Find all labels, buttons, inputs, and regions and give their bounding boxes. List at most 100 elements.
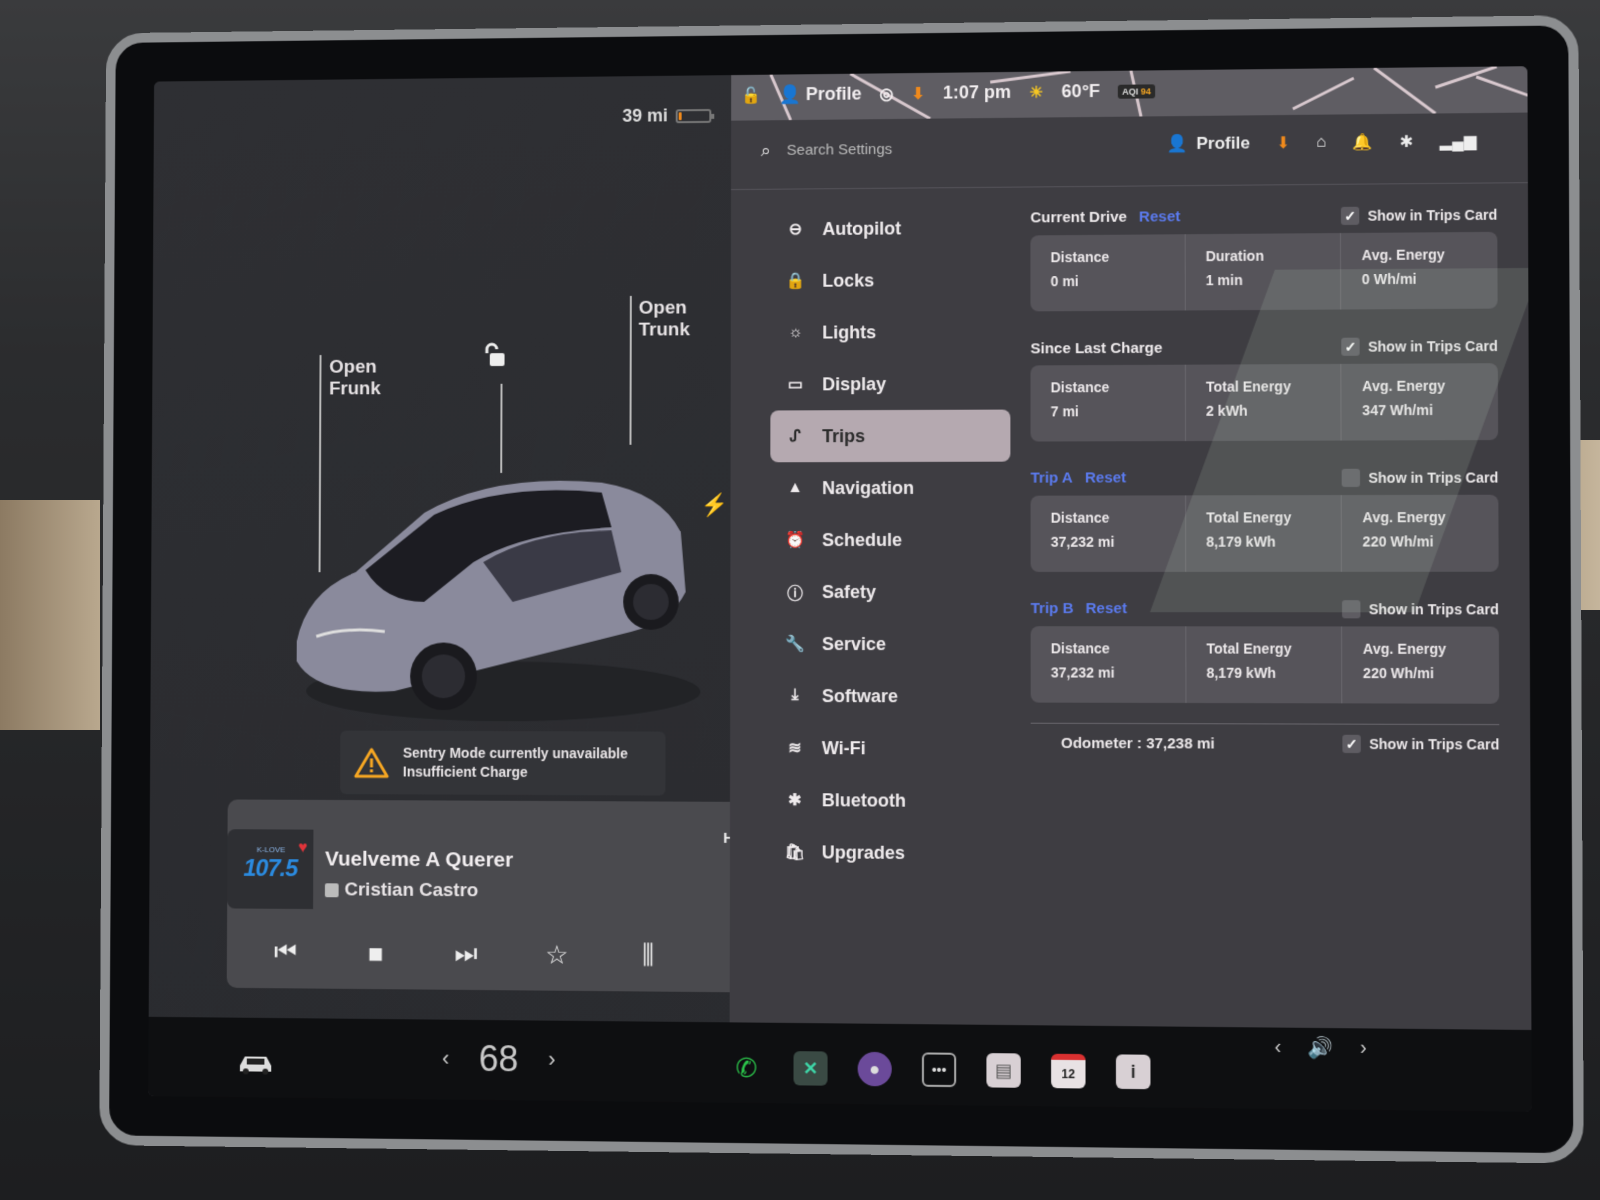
- nav-item-display[interactable]: ▭ Display: [770, 358, 1010, 411]
- previous-track-button[interactable]: ⏮: [266, 936, 305, 968]
- sentry-status-icon: ◎: [879, 85, 894, 103]
- stat-cell: Total Energy 2 kWh: [1185, 363, 1342, 442]
- warning-icon: [354, 746, 389, 778]
- nav-item-bluetooth[interactable]: ✱ Bluetooth: [770, 774, 1011, 827]
- nav-item-navigation[interactable]: ▲ Navigation: [770, 462, 1010, 515]
- station-logo[interactable]: K-LOVE ♥ 107.5: [227, 829, 314, 910]
- divider: [1030, 722, 1500, 726]
- current-drive-stats: Distance 0 mi Duration 1 min Avg. Energy 0 …: [1030, 231, 1498, 312]
- open-trunk-label-1: Open: [638, 297, 687, 319]
- odometer-show-in-card[interactable]: ✓ Show in Trips Card: [1342, 734, 1500, 754]
- nav-item-wifi[interactable]: ≋ Wi-Fi: [770, 722, 1011, 775]
- bottom-bar: ‹ 68 › ✆ ✕ ● ••• ▤ 12 i ‹ 🔊 ›: [148, 1016, 1532, 1112]
- trip-b-title: Trip B: [1030, 600, 1074, 618]
- station-frequency: 107.5: [243, 855, 298, 883]
- bluetooth-icon: ✱: [788, 792, 802, 810]
- download-icon[interactable]: ⬇: [912, 83, 925, 103]
- dashboard-trim-left: [0, 500, 100, 730]
- temp-decrease-button[interactable]: ‹: [442, 1046, 449, 1072]
- calendar-icon[interactable]: 12: [1051, 1053, 1086, 1089]
- open-frunk-label-2: Frunk: [329, 378, 381, 400]
- header-icons: 👤 Profile ⬇ ⌂ 🔔 ✱ ▂▄▆: [1167, 131, 1477, 154]
- station-brand: K-LOVE: [256, 845, 286, 855]
- nav-item-service[interactable]: 🔧 Service: [770, 618, 1010, 670]
- nav-item-safety[interactable]: ⓘ Safety: [770, 566, 1010, 618]
- stat-cell: Distance 0 mi: [1030, 234, 1186, 312]
- speaker-icon[interactable]: 🔊: [1308, 1035, 1334, 1061]
- map-background: 🔓 👤 Profile ◎ ⬇ 1:07 pm ☀ 60°F AQI 94: [731, 66, 1528, 121]
- nav-item-trips[interactable]: ᔑ Trips: [770, 409, 1011, 463]
- more-apps-icon[interactable]: •••: [921, 1052, 957, 1088]
- navigation-arrow-icon: ▲: [787, 479, 804, 497]
- stat-cell: Avg. Energy 347 Wh/mi: [1362, 377, 1446, 419]
- status-bar: 🔓 👤 Profile ◎ ⬇ 1:07 pm ☀ 60°F AQI 94: [741, 80, 1156, 106]
- shopping-bag-icon: 🛍: [784, 844, 805, 862]
- open-trunk-button[interactable]: Open Trunk: [639, 298, 690, 342]
- checkbox[interactable]: ✓: [1342, 734, 1362, 754]
- checkbox[interactable]: [1342, 600, 1361, 619]
- app-x-icon[interactable]: ✕: [793, 1051, 828, 1086]
- open-frunk-label-1: Open: [329, 356, 377, 378]
- current-drive-header: Current Drive Reset ✓ Show in Trips Card: [1030, 198, 1497, 236]
- settings-search[interactable]: ⌕ Search Settings: [761, 139, 892, 161]
- since-last-charge-show-in-card[interactable]: ✓ Show in Trips Card: [1341, 337, 1498, 356]
- bluetooth-icon[interactable]: ✱: [1399, 132, 1413, 152]
- checkbox[interactable]: [1341, 468, 1361, 487]
- trips-content: Current Drive Reset ✓ Show in Trips Card D…: [1030, 198, 1499, 754]
- open-frunk-button[interactable]: Open Frunk: [329, 357, 381, 401]
- steering-wheel-icon: ⊖: [788, 221, 803, 239]
- search-icon: ⌕: [760, 140, 771, 161]
- range-indicator: 39 mi: [622, 105, 712, 127]
- stat-cell: Total Energy 8,179 kWh: [1185, 495, 1343, 572]
- nav-item-autopilot[interactable]: ⊖ Autopilot: [771, 202, 1011, 256]
- volume-control: ‹ 🔊 ›: [1274, 1035, 1366, 1061]
- volume-up-button[interactable]: ›: [1360, 1037, 1367, 1060]
- garage-icon[interactable]: ⌂: [1316, 134, 1326, 152]
- odometer: Odometer : 37,238 mi: [1060, 734, 1215, 753]
- checkbox[interactable]: ✓: [1341, 337, 1360, 356]
- stat-cell: Distance 7 mi: [1030, 364, 1186, 442]
- notification-bell-icon[interactable]: 🔔: [1353, 132, 1373, 152]
- current-drive-show-in-card[interactable]: ✓ Show in Trips Card: [1341, 206, 1497, 225]
- equalizer-icon[interactable]: ⫼: [628, 939, 668, 971]
- since-last-charge-header: Since Last Charge ✓ Show in Trips Card: [1030, 329, 1498, 366]
- lte-signal-icon: ▂▄▆: [1439, 133, 1477, 151]
- trip-b-show-in-card[interactable]: Show in Trips Card: [1342, 600, 1499, 619]
- nav-item-schedule[interactable]: ⏰ Schedule: [770, 514, 1010, 566]
- nav-item-locks[interactable]: 🔒 Locks: [771, 254, 1011, 307]
- nav-item-upgrades[interactable]: 🛍 Upgrades: [770, 826, 1011, 880]
- volume-down-button[interactable]: ‹: [1274, 1036, 1281, 1059]
- settings-header: ⌕ Search Settings 👤 Profile ⬇ ⌂ 🔔 ✱ ▂▄▆: [731, 112, 1528, 191]
- charge-port-icon[interactable]: ⚡: [701, 492, 728, 518]
- current-drive-reset-button[interactable]: Reset: [1139, 208, 1180, 225]
- vehicle-render: [296, 480, 701, 722]
- trip-a-reset-button[interactable]: Reset: [1085, 469, 1126, 486]
- car-icon[interactable]: [236, 1051, 275, 1075]
- status-profile[interactable]: 👤 Profile: [779, 84, 862, 106]
- touchscreen-bezel: 39 mi Open Frunk Open Trunk ⚡ Sentry Mod…: [99, 15, 1584, 1164]
- toybox-icon[interactable]: ▤: [986, 1053, 1021, 1088]
- temp-increase-button[interactable]: ›: [548, 1047, 555, 1073]
- manual-icon[interactable]: i: [1115, 1054, 1151, 1090]
- camera-icon[interactable]: ●: [857, 1051, 892, 1087]
- sentry-alert: Sentry Mode currently unavailable Insuff…: [340, 730, 666, 796]
- touchscreen: 39 mi Open Frunk Open Trunk ⚡ Sentry Mod…: [148, 66, 1532, 1112]
- search-placeholder: Search Settings: [786, 140, 893, 159]
- checkbox[interactable]: ✓: [1341, 206, 1360, 225]
- trip-a-show-in-card[interactable]: Show in Trips Card: [1341, 468, 1498, 487]
- next-track-button[interactable]: ⏭: [446, 938, 486, 970]
- odometer-row: Odometer : 37,238 mi ✓ Show in Trips Card: [1031, 734, 1500, 754]
- nav-item-lights[interactable]: ☼ Lights: [770, 306, 1010, 359]
- trip-b-reset-button[interactable]: Reset: [1086, 600, 1127, 617]
- phone-icon[interactable]: ✆: [730, 1050, 764, 1085]
- nav-item-software[interactable]: ⤓ Software: [770, 670, 1011, 723]
- stat-cell: Total Energy 8,179 kWh: [1185, 626, 1343, 704]
- since-last-charge-title: Since Last Charge: [1030, 339, 1163, 357]
- profile-button[interactable]: 👤 Profile: [1167, 133, 1250, 154]
- unlock-icon[interactable]: [482, 342, 508, 368]
- lock-status-icon[interactable]: 🔓: [741, 85, 761, 105]
- stat-cell: Avg. Energy 0 Wh/mi: [1361, 246, 1445, 288]
- software-update-icon[interactable]: ⬇: [1276, 133, 1290, 153]
- favorite-star-icon[interactable]: ☆: [537, 939, 577, 970]
- stop-button[interactable]: ■: [356, 938, 395, 969]
